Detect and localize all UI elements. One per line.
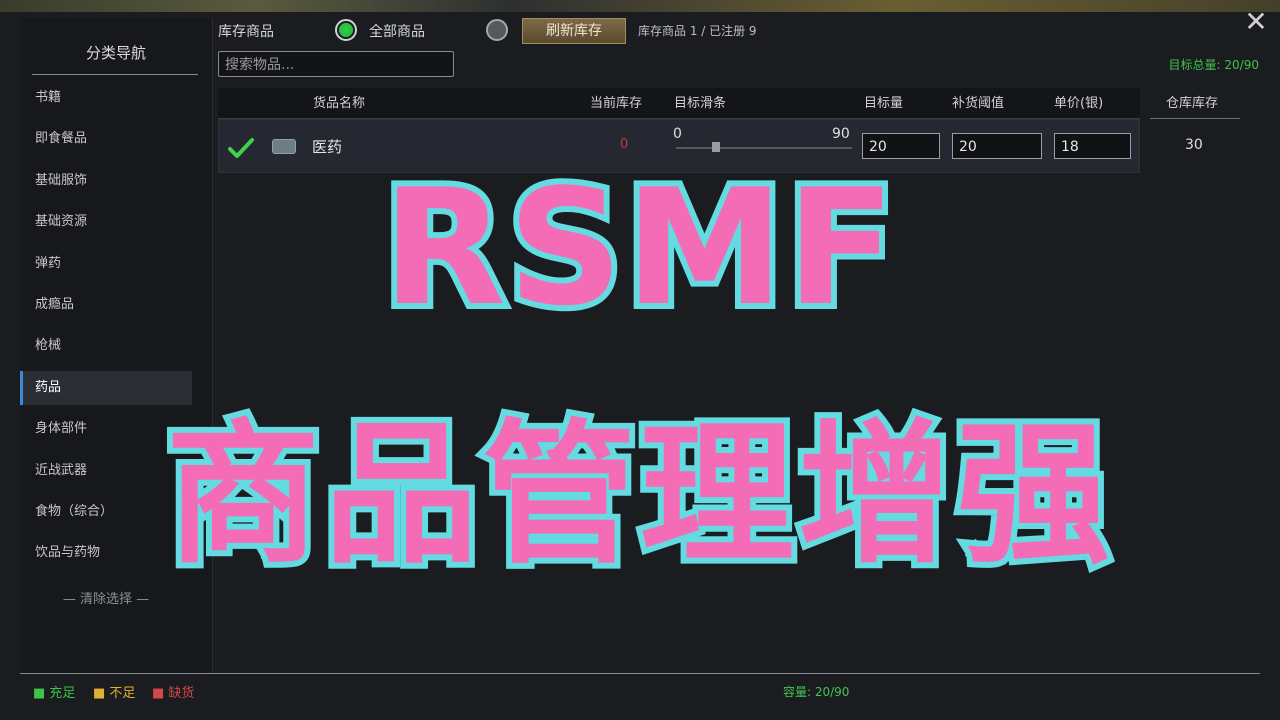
warehouse-stock-value: 30 bbox=[1185, 137, 1203, 153]
sidebar-item[interactable]: 基础资源 bbox=[20, 205, 192, 239]
all-items-radio[interactable] bbox=[335, 19, 357, 41]
sidebar-item[interactable]: 药品 bbox=[20, 371, 192, 405]
col-target-slider: 目标滑条 bbox=[674, 96, 727, 111]
sidebar-item[interactable]: 即食餐品 bbox=[20, 122, 192, 156]
sidebar-item[interactable]: 枪械 bbox=[20, 329, 192, 363]
sidebar-item[interactable]: 弹药 bbox=[20, 247, 192, 281]
price-input[interactable]: 18 bbox=[1054, 133, 1131, 159]
sidebar-item[interactable]: 身体部件 bbox=[20, 412, 192, 446]
threshold-input[interactable]: 20 bbox=[952, 133, 1042, 159]
legend-out-of-stock: ■ 缺货 bbox=[152, 686, 195, 701]
col-item-name: 货品名称 bbox=[313, 96, 366, 111]
check-icon bbox=[228, 138, 254, 158]
close-icon[interactable]: ✕ bbox=[1242, 8, 1270, 36]
col-threshold: 补货阈值 bbox=[952, 96, 1005, 111]
target-slider-handle[interactable] bbox=[712, 142, 720, 152]
category-sidebar: 分类导航 书籍即食餐品基础服饰基础资源弹药成瘾品枪械药品身体部件近战武器食物（综… bbox=[20, 18, 213, 674]
legend-insufficient: ■ 不足 bbox=[93, 686, 136, 701]
item-name: 医药 bbox=[312, 138, 343, 156]
clear-selection-button[interactable]: — 清除选择 — bbox=[20, 588, 192, 607]
sidebar-item[interactable]: 饮品与药物 bbox=[20, 536, 192, 570]
capacity-text: 容量: 20/90 bbox=[783, 685, 850, 699]
sidebar-item[interactable]: 近战武器 bbox=[20, 454, 192, 488]
legend-sufficient: ■ 充足 bbox=[33, 686, 76, 701]
slider-max-label: 90 bbox=[832, 126, 850, 142]
col-target: 目标量 bbox=[864, 96, 904, 111]
sidebar-item[interactable]: 基础服饰 bbox=[20, 164, 192, 198]
refresh-stock-button[interactable]: 刷新库存 bbox=[522, 18, 626, 44]
sidebar-item[interactable]: 食物（综合） bbox=[20, 495, 192, 529]
col-warehouse-stock: 仓库库存 bbox=[1166, 96, 1219, 111]
col-current-stock: 当前库存 bbox=[590, 96, 643, 111]
background-strip bbox=[0, 0, 1280, 12]
stock-only-radio[interactable] bbox=[486, 19, 508, 41]
all-items-label: 全部商品 bbox=[369, 24, 425, 40]
sidebar-item[interactable]: 成瘾品 bbox=[20, 288, 192, 322]
target-slider[interactable] bbox=[676, 147, 852, 149]
footer-divider bbox=[20, 673, 1260, 674]
current-stock-value: 0 bbox=[620, 137, 629, 152]
slider-min-label: 0 bbox=[673, 126, 682, 142]
sidebar-item[interactable]: 书籍 bbox=[20, 81, 192, 115]
stock-count-text: 库存商品 1 / 已注册 9 bbox=[638, 24, 757, 38]
goal-total-text: 目标总量: 20/90 bbox=[1168, 58, 1259, 72]
sidebar-title: 分类导航 bbox=[85, 44, 146, 62]
col-unit-price: 单价(银) bbox=[1054, 96, 1104, 111]
stock-items-label: 库存商品 bbox=[218, 24, 274, 40]
sidebar-divider bbox=[32, 74, 198, 75]
target-input[interactable]: 20 bbox=[862, 133, 940, 159]
search-input[interactable]: 搜索物品... bbox=[218, 51, 454, 77]
medicine-icon bbox=[272, 139, 296, 154]
